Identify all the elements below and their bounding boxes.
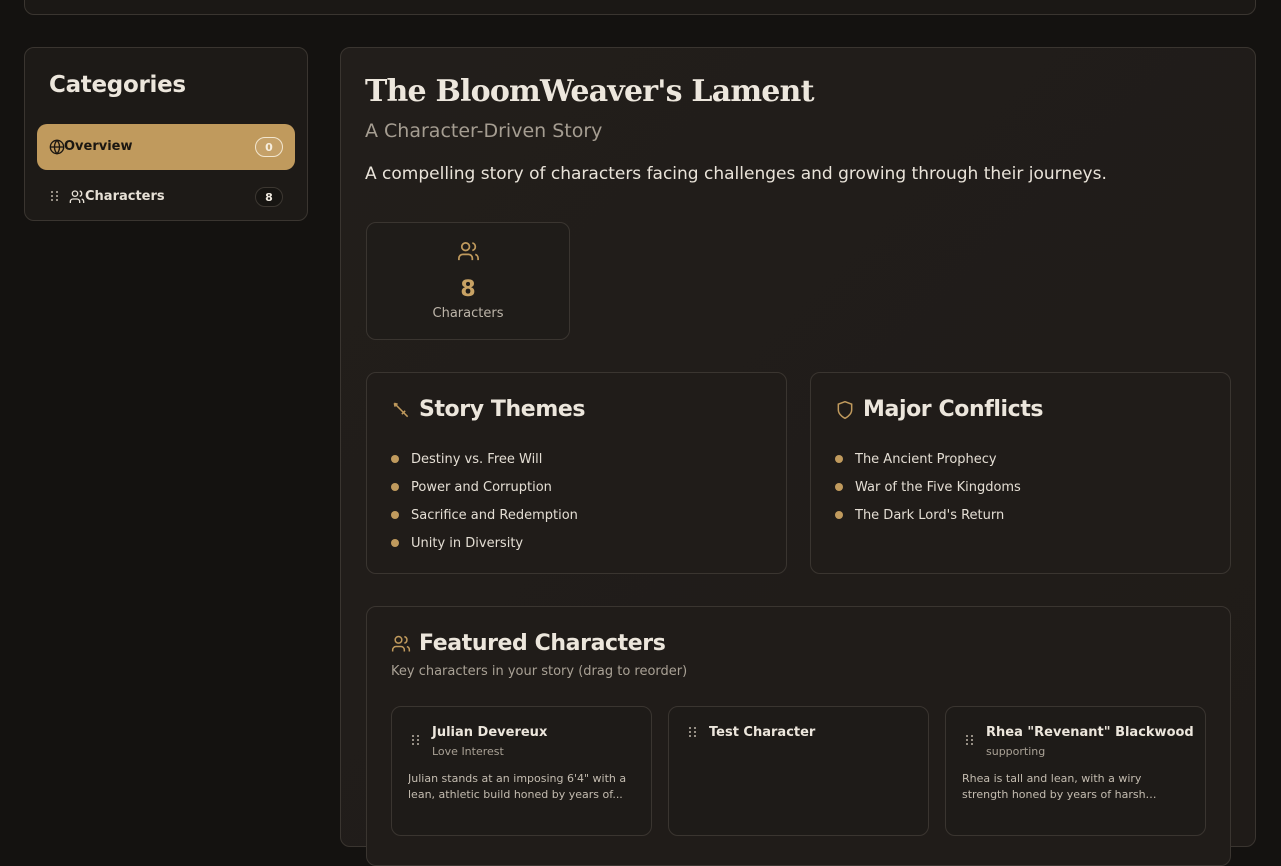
sword-icon [393,402,409,417]
sidebar-item-overview[interactable]: Overview 0 [37,124,295,170]
list-item: The Ancient Prophecy [835,445,1021,473]
sidebar-title: Categories [49,72,186,98]
count-badge: 8 [255,187,283,207]
characters-count: 8 [460,277,476,302]
users-icon [69,190,85,203]
story-subtitle: A Character-Driven Story [365,120,603,142]
story-title: The BloomWeaver's Lament [365,74,814,109]
characters-stat-card: 8 Characters [366,222,570,340]
conflicts-list: The Ancient Prophecy War of the Five Kin… [835,445,1021,529]
characters-stat-label: Characters [432,306,504,321]
sidebar-item-label: Characters [85,189,165,204]
list-item: Sacrifice and Redemption [391,501,578,529]
story-themes-panel: Story Themes Destiny vs. Free Will Power… [366,372,787,574]
categories-sidebar: Categories Overview 0 Characters 8 [24,47,308,221]
sidebar-item-label: Overview [64,139,133,154]
conflicts-title: Major Conflicts [863,397,1044,422]
list-item: War of the Five Kingdoms [835,473,1021,501]
story-description: A compelling story of characters facing … [365,164,1107,184]
character-card[interactable]: Julian Devereux Love Interest Julian sta… [391,706,652,836]
character-role: supporting [986,745,1046,758]
character-card[interactable]: Test Character [668,706,929,836]
shield-icon [837,400,853,419]
list-item: Unity in Diversity [391,529,578,557]
featured-characters-panel: Featured Characters Key characters in yo… [366,606,1231,866]
list-item: Power and Corruption [391,473,578,501]
users-icon [458,242,479,261]
character-description: Rhea is tall and lean, with a wiry stren… [962,772,1146,801]
character-role: Love Interest [432,745,504,758]
list-item: The Dark Lord's Return [835,501,1021,529]
featured-title: Featured Characters [419,631,666,656]
users-icon [391,635,411,651]
globe-icon [49,139,65,155]
drag-handle-icon[interactable] [689,727,697,737]
major-conflicts-panel: Major Conflicts The Ancient Prophecy War… [810,372,1231,574]
featured-subtitle: Key characters in your story (drag to re… [391,664,688,679]
character-name: Julian Devereux [432,725,548,740]
top-bar [24,0,1256,15]
themes-title: Story Themes [419,397,586,422]
overview-panel: The BloomWeaver's Lament A Character-Dri… [340,47,1256,866]
character-name: Test Character [709,725,816,740]
character-card[interactable]: Rhea "Revenant" Blackwood supporting Rhe… [945,706,1206,836]
drag-handle-icon[interactable] [966,735,974,745]
sidebar-item-characters[interactable]: Characters 8 [37,174,295,220]
themes-list: Destiny vs. Free Will Power and Corrupti… [391,445,578,557]
drag-handle-icon[interactable] [51,191,59,201]
character-name: Rhea "Revenant" Blackwood [986,725,1194,740]
list-item: Destiny vs. Free Will [391,445,578,473]
character-description: Julian stands at an imposing 6'4" with a… [408,772,627,801]
drag-handle-icon[interactable] [412,735,420,745]
count-badge: 0 [255,137,283,157]
